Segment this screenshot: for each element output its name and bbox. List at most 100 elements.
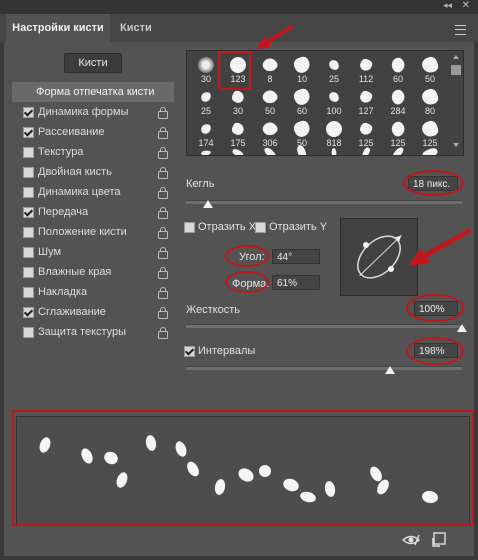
lock-icon[interactable] [158,247,168,259]
option-row[interactable]: Рассеивание [12,122,174,142]
brush-settings-panel: Кисти Форма отпечатка кисти Динамика форм… [4,24,474,556]
option-row[interactable]: Шум [12,242,174,262]
option-row[interactable]: Текстура [12,142,174,162]
option-checkbox[interactable] [23,127,34,138]
new-brush-icon[interactable] [432,532,446,547]
option-checkbox[interactable] [23,247,34,258]
grid-scrollbar[interactable] [451,53,461,153]
option-checkbox[interactable] [23,147,34,158]
brush-tip[interactable] [415,146,445,155]
option-checkbox[interactable] [23,327,34,338]
brush-tip[interactable]: 284 [383,85,413,117]
size-slider-thumb[interactable] [203,200,213,208]
brush-tip[interactable]: 125 [415,117,445,149]
option-row[interactable]: Двойная кисть [12,162,174,182]
spacing-slider-thumb[interactable] [385,366,395,374]
option-checkbox[interactable] [23,167,34,178]
scroll-thumb[interactable] [451,65,461,75]
brush-tip[interactable]: 306 [255,117,285,149]
lock-icon[interactable] [158,127,168,139]
brush-tip[interactable]: 174 [191,117,221,149]
option-row[interactable]: Форма отпечатка кисти [12,82,174,102]
lock-icon[interactable] [158,267,168,279]
angle-field[interactable]: 44° [272,249,320,264]
lock-icon[interactable] [158,287,168,299]
option-row[interactable]: Динамика цвета [12,182,174,202]
tab-brush-settings[interactable]: Настройки кисти [6,14,110,42]
lock-icon[interactable] [158,187,168,199]
brush-tip-shape [326,121,342,137]
size-slider-track[interactable] [186,200,462,204]
brush-tip[interactable]: 30 [191,53,221,85]
option-label: Форма отпечатка кисти [36,86,155,98]
brush-tip[interactable]: 8 [255,53,285,85]
option-checkbox[interactable] [23,267,34,278]
option-checkbox[interactable] [23,287,34,298]
brush-tip[interactable]: 127 [351,85,381,117]
tab-brushes[interactable]: Кисти [120,14,152,42]
lock-icon[interactable] [158,327,168,339]
option-row[interactable]: Накладка [12,282,174,302]
option-checkbox[interactable] [23,307,34,318]
brush-tip[interactable]: 80 [415,85,445,117]
option-row[interactable]: Передача [12,202,174,222]
options-list: Форма отпечатка кисти Динамика формы Рассе… [12,82,174,342]
spacing-slider-track[interactable] [186,366,462,370]
roundness-field[interactable]: 61% [272,275,320,290]
brush-tip[interactable] [383,146,413,155]
brushes-button[interactable]: Кисти [64,53,122,73]
brush-tip[interactable] [223,148,253,155]
lock-icon[interactable] [158,207,168,219]
panel-menu-icon[interactable] [455,25,466,35]
brush-tip[interactable]: 25 [319,53,349,85]
option-checkbox[interactable] [23,107,34,118]
option-row[interactable]: Сглаживание [12,302,174,322]
hardness-slider-track[interactable] [186,324,462,328]
option-row[interactable]: Защита текстуры [12,322,174,342]
brush-tip[interactable]: 100 [319,85,349,117]
flip-y-checkbox[interactable] [255,222,266,233]
option-checkbox[interactable] [23,207,34,218]
lock-icon[interactable] [158,227,168,239]
close-icon[interactable]: ✕ [462,0,470,11]
option-row[interactable]: Влажные края [12,262,174,282]
brush-tip[interactable] [255,145,285,155]
option-row[interactable]: Динамика формы [12,102,174,122]
brush-tip-size: 174 [198,138,214,148]
brush-tip[interactable]: 125 [383,117,413,149]
lock-icon[interactable] [158,167,168,179]
toggle-preview-icon[interactable] [402,533,420,547]
scroll-up-icon[interactable] [453,55,459,59]
brush-tip[interactable] [319,148,349,155]
brush-tip[interactable]: 60 [383,53,413,85]
flip-x-checkbox[interactable] [184,222,195,233]
brush-tip[interactable]: 60 [287,85,317,117]
brush-tip[interactable]: 25 [191,85,221,117]
lock-icon[interactable] [158,307,168,319]
option-row[interactable]: Положение кисти [12,222,174,242]
brush-tip-size: 112 [358,74,374,84]
collapse-icon[interactable]: ◂◂ [443,0,452,11]
brush-tip[interactable]: 818 [319,117,349,149]
bottom-toolbar [4,524,474,556]
lock-icon[interactable] [158,107,168,119]
brush-tip[interactable]: 10 [287,53,317,85]
brush-tip[interactable]: 175 [223,117,253,149]
brush-tip[interactable] [351,146,381,155]
brush-tip-size: 125 [422,138,438,148]
option-checkbox[interactable] [23,187,34,198]
brush-tip-shape [230,89,246,105]
brush-tip[interactable] [287,144,317,155]
scroll-down-icon[interactable] [453,143,459,147]
brush-tip[interactable] [191,149,221,155]
brush-tip-size: 80 [424,106,435,116]
lock-icon[interactable] [158,147,168,159]
spacing-checkbox[interactable] [184,346,195,357]
brush-tip[interactable]: 50 [415,53,445,85]
brush-tip[interactable]: 50 [287,117,317,149]
option-checkbox[interactable] [23,227,34,238]
hardness-slider-thumb[interactable] [457,324,467,332]
brush-tip[interactable]: 50 [255,85,285,117]
brush-tip[interactable]: 125 [351,117,381,149]
brush-tip[interactable]: 112 [351,53,381,85]
